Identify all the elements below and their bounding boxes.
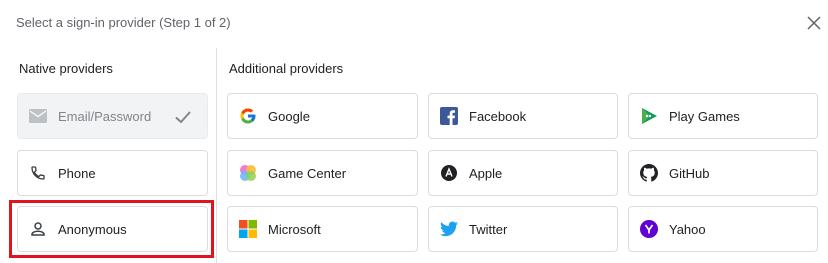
provider-google[interactable]: Google bbox=[227, 93, 418, 139]
facebook-icon bbox=[439, 106, 459, 126]
provider-game-center[interactable]: Game Center bbox=[227, 150, 418, 196]
play-games-icon bbox=[639, 106, 659, 126]
provider-label: Game Center bbox=[268, 165, 347, 181]
yahoo-icon bbox=[639, 219, 659, 239]
game-center-icon bbox=[238, 163, 258, 183]
close-button[interactable] bbox=[803, 12, 825, 34]
provider-label: Twitter bbox=[469, 221, 508, 237]
provider-play-games[interactable]: Play Games bbox=[628, 93, 818, 139]
checkmark-icon bbox=[175, 111, 191, 124]
github-icon bbox=[639, 163, 659, 183]
dialog-title: Select a sign-in provider (Step 1 of 2) bbox=[16, 15, 231, 30]
apple-icon bbox=[439, 163, 459, 183]
provider-github[interactable]: GitHub bbox=[628, 150, 818, 196]
provider-label: Apple bbox=[469, 165, 503, 181]
native-providers-label: Native providers bbox=[19, 61, 113, 76]
provider-label: GitHub bbox=[669, 165, 710, 181]
provider-phone[interactable]: Phone bbox=[17, 150, 208, 196]
phone-icon bbox=[28, 163, 48, 183]
provider-label: Email/Password bbox=[58, 108, 152, 124]
google-icon bbox=[238, 106, 258, 126]
provider-label: Microsoft bbox=[268, 221, 321, 237]
provider-twitter[interactable]: Twitter bbox=[428, 206, 618, 252]
provider-label: Play Games bbox=[669, 108, 740, 124]
microsoft-icon bbox=[238, 219, 258, 239]
close-icon bbox=[807, 16, 821, 30]
provider-label: Facebook bbox=[469, 108, 527, 124]
provider-label: Phone bbox=[58, 165, 96, 181]
provider-anonymous[interactable]: Anonymous bbox=[17, 206, 208, 252]
provider-facebook[interactable]: Facebook bbox=[428, 93, 618, 139]
twitter-icon bbox=[439, 219, 459, 239]
provider-label: Anonymous bbox=[58, 221, 127, 237]
provider-email-password[interactable]: Email/Password bbox=[17, 93, 208, 139]
mail-icon bbox=[28, 106, 48, 126]
additional-providers-label: Additional providers bbox=[229, 61, 344, 76]
person-icon bbox=[28, 219, 48, 239]
provider-yahoo[interactable]: Yahoo bbox=[628, 206, 818, 252]
provider-label: Yahoo bbox=[669, 221, 706, 237]
provider-label: Google bbox=[268, 108, 310, 124]
provider-apple[interactable]: Apple bbox=[428, 150, 618, 196]
provider-microsoft[interactable]: Microsoft bbox=[227, 206, 418, 252]
section-divider bbox=[216, 48, 217, 263]
